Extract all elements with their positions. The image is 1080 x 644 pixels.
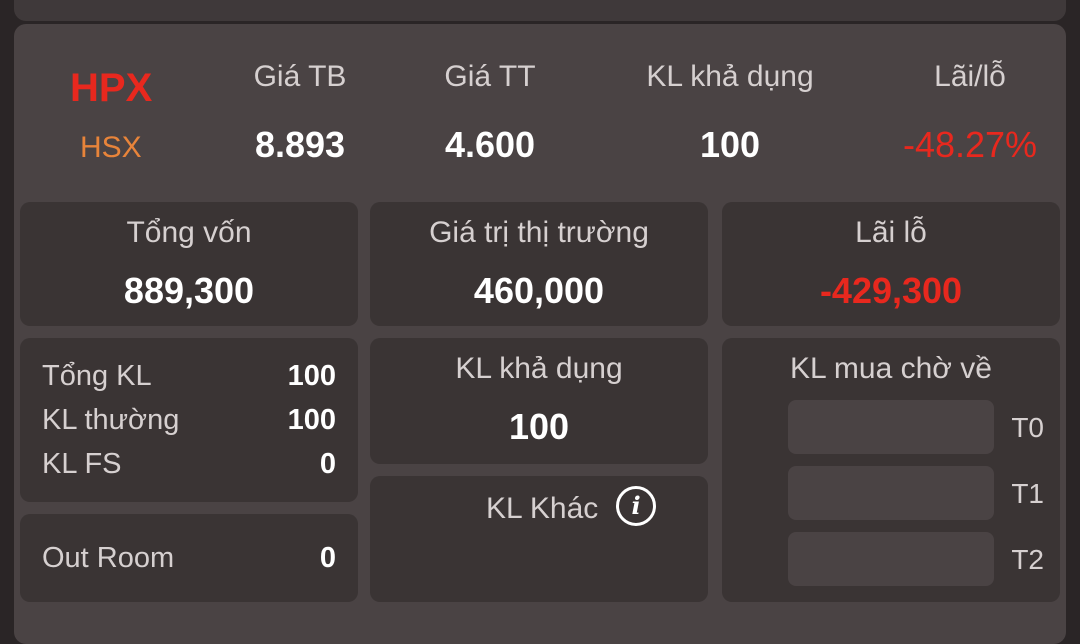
pending-slot-t2 — [788, 532, 994, 586]
pnl-pct-label: Lãi/lỗ — [934, 60, 1006, 93]
pnl-pct-value: -48.27% — [902, 124, 1038, 165]
pending-slot-t0 — [788, 400, 994, 454]
market-value-box: Giá trị thị trường 460,000 — [370, 202, 708, 326]
total-volume-label: Tổng KL — [42, 360, 152, 392]
previous-position-card — [14, 0, 1066, 21]
pending-buy-label: KL mua chờ về — [790, 352, 992, 385]
out-room-value: 0 — [319, 542, 336, 574]
total-volume-value: 100 — [287, 360, 336, 392]
volume-breakdown-box: Tổng KL 100 KL thường 100 KL FS 0 — [20, 338, 358, 502]
avg-price-value: 8.893 — [254, 124, 346, 165]
available-label: KL khả dụng — [455, 352, 623, 385]
pending-slot-t2-label: T2 — [1011, 544, 1044, 575]
pnl-box: Lãi lỗ -429,300 — [722, 202, 1060, 326]
pending-slot-t0-label: T0 — [1011, 412, 1044, 443]
fs-volume-value: 0 — [319, 448, 336, 480]
pnl-label: Lãi lỗ — [855, 216, 927, 249]
available-qty-value: 100 — [699, 124, 761, 165]
market-value-label: Giá trị thị trường — [429, 216, 649, 249]
normal-volume-label: KL thường — [42, 404, 180, 436]
pending-buy-box: KL mua chờ về T0 T1 T2 — [722, 338, 1060, 602]
total-capital-value: 889,300 — [123, 270, 255, 311]
total-capital-label: Tổng vốn — [126, 216, 252, 249]
out-room-box: Out Room 0 — [20, 514, 358, 602]
other-volume-box: KL Khác i — [370, 476, 708, 602]
market-price-value: 4.600 — [444, 124, 536, 165]
other-volume-label: KL Khác — [486, 492, 599, 525]
pnl-value: -429,300 — [819, 270, 963, 311]
available-value: 100 — [508, 406, 570, 447]
info-icon[interactable]: i — [616, 486, 656, 526]
normal-volume-value: 100 — [287, 404, 336, 436]
available-box: KL khả dụng 100 — [370, 338, 708, 464]
ticker-symbol: HPX — [70, 66, 153, 110]
out-room-label: Out Room — [42, 542, 175, 574]
market-value-value: 460,000 — [473, 270, 605, 311]
fs-volume-label: KL FS — [42, 448, 122, 480]
avg-price-label: Giá TB — [253, 60, 347, 93]
exchange-label: HSX — [80, 131, 142, 164]
total-capital-box: Tổng vốn 889,300 — [20, 202, 358, 326]
pending-slot-t1 — [788, 466, 994, 520]
market-price-label: Giá TT — [444, 60, 536, 93]
pending-slot-t1-label: T1 — [1011, 478, 1044, 509]
available-qty-label: KL khả dụng — [646, 60, 814, 93]
